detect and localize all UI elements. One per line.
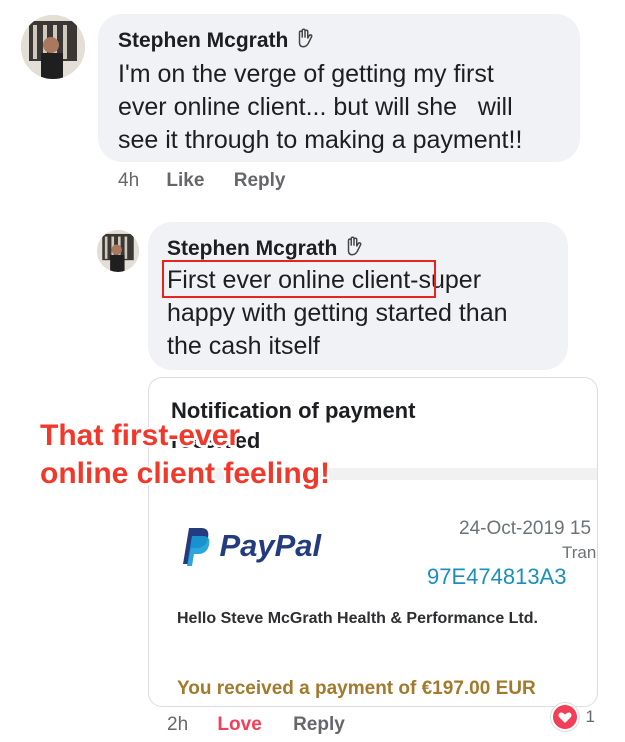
comment-text: I'm on the verge of getting my first eve… <box>118 60 523 154</box>
paypal-p-icon <box>183 528 210 566</box>
reply-author[interactable]: Stephen Mcgrath <box>167 235 365 263</box>
transaction-id: 97E474813A3 <box>427 564 567 589</box>
wave-icon <box>294 27 316 55</box>
avatar[interactable] <box>21 15 85 79</box>
payment-greeting: Hello Steve McGrath Health & Performance… <box>177 610 538 627</box>
heart-reaction-icon <box>551 703 579 731</box>
comment-author[interactable]: Stephen Mcgrath <box>118 27 316 55</box>
payment-amount-text: You received a payment of €197.00 EUR <box>177 678 536 699</box>
reaction-count: 1 <box>585 707 595 726</box>
timestamp[interactable]: 4h <box>118 170 139 192</box>
reply-button[interactable]: Reply <box>293 714 345 736</box>
paypal-logo: PayPal <box>177 526 321 566</box>
love-button[interactable]: Love <box>217 714 261 736</box>
avatar-photo-icon <box>21 15 85 79</box>
reaction-summary[interactable]: 1 <box>551 703 595 731</box>
overlay-caption: That first-ever online client feeling! <box>40 419 331 490</box>
timestamp[interactable]: 2h <box>167 714 188 736</box>
highlight-box <box>162 260 436 298</box>
reply-button[interactable]: Reply <box>234 170 286 192</box>
avatar-photo-icon <box>97 230 139 272</box>
payment-date: 24-Oct-2019 15 <box>459 518 592 539</box>
wave-icon <box>343 235 365 263</box>
reply-actions: 2h Love Reply <box>167 714 345 736</box>
comment-actions: 4h Like Reply <box>118 170 285 192</box>
like-button[interactable]: Like <box>166 170 204 192</box>
avatar[interactable] <box>97 230 139 272</box>
transaction-label: Tran <box>562 543 597 562</box>
